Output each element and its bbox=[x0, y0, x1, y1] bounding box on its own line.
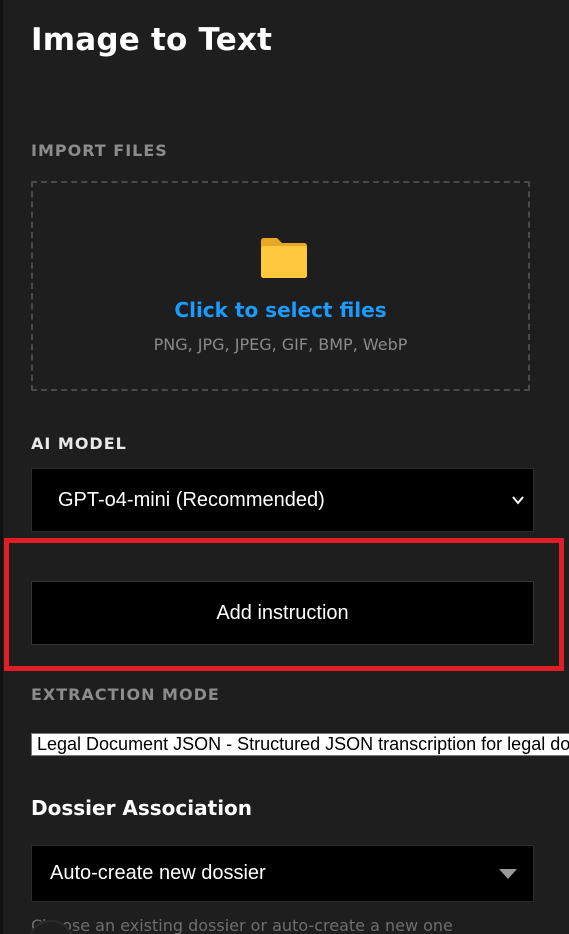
ai-model-select[interactable]: GPT-o4-mini (Recommended) bbox=[31, 468, 534, 532]
extraction-mode-select[interactable]: Legal Document JSON - Structured JSON tr… bbox=[31, 733, 569, 756]
image-to-text-panel: Image to Text IMPORT FILES Click to sele… bbox=[0, 0, 569, 934]
chevron-down-icon bbox=[512, 496, 524, 505]
file-dropzone[interactable]: Click to select files PNG, JPG, JPEG, GI… bbox=[31, 181, 530, 391]
dossier-hint-text: Choose an existing dossier or auto-creat… bbox=[31, 916, 453, 934]
panel-left-edge bbox=[0, 0, 3, 934]
add-instruction-button[interactable]: Add instruction bbox=[31, 581, 534, 645]
folder-icon bbox=[261, 238, 307, 278]
extraction-mode-label: EXTRACTION MODE bbox=[31, 685, 220, 704]
supported-formats-text: PNG, JPG, JPEG, GIF, BMP, WebP bbox=[153, 335, 408, 354]
ai-model-label: AI MODEL bbox=[31, 434, 127, 453]
page-title: Image to Text bbox=[31, 22, 273, 58]
dossier-select[interactable]: Auto-create new dossier bbox=[31, 845, 534, 902]
import-files-label: IMPORT FILES bbox=[31, 141, 168, 160]
dossier-association-label: Dossier Association bbox=[31, 796, 253, 820]
ai-model-selected-value: GPT-o4-mini (Recommended) bbox=[58, 489, 325, 511]
caret-down-icon bbox=[499, 869, 517, 879]
extraction-mode-selected-value: Legal Document JSON - Structured JSON tr… bbox=[37, 734, 569, 754]
dossier-selected-value: Auto-create new dossier bbox=[50, 862, 266, 884]
select-files-link[interactable]: Click to select files bbox=[33, 298, 528, 322]
